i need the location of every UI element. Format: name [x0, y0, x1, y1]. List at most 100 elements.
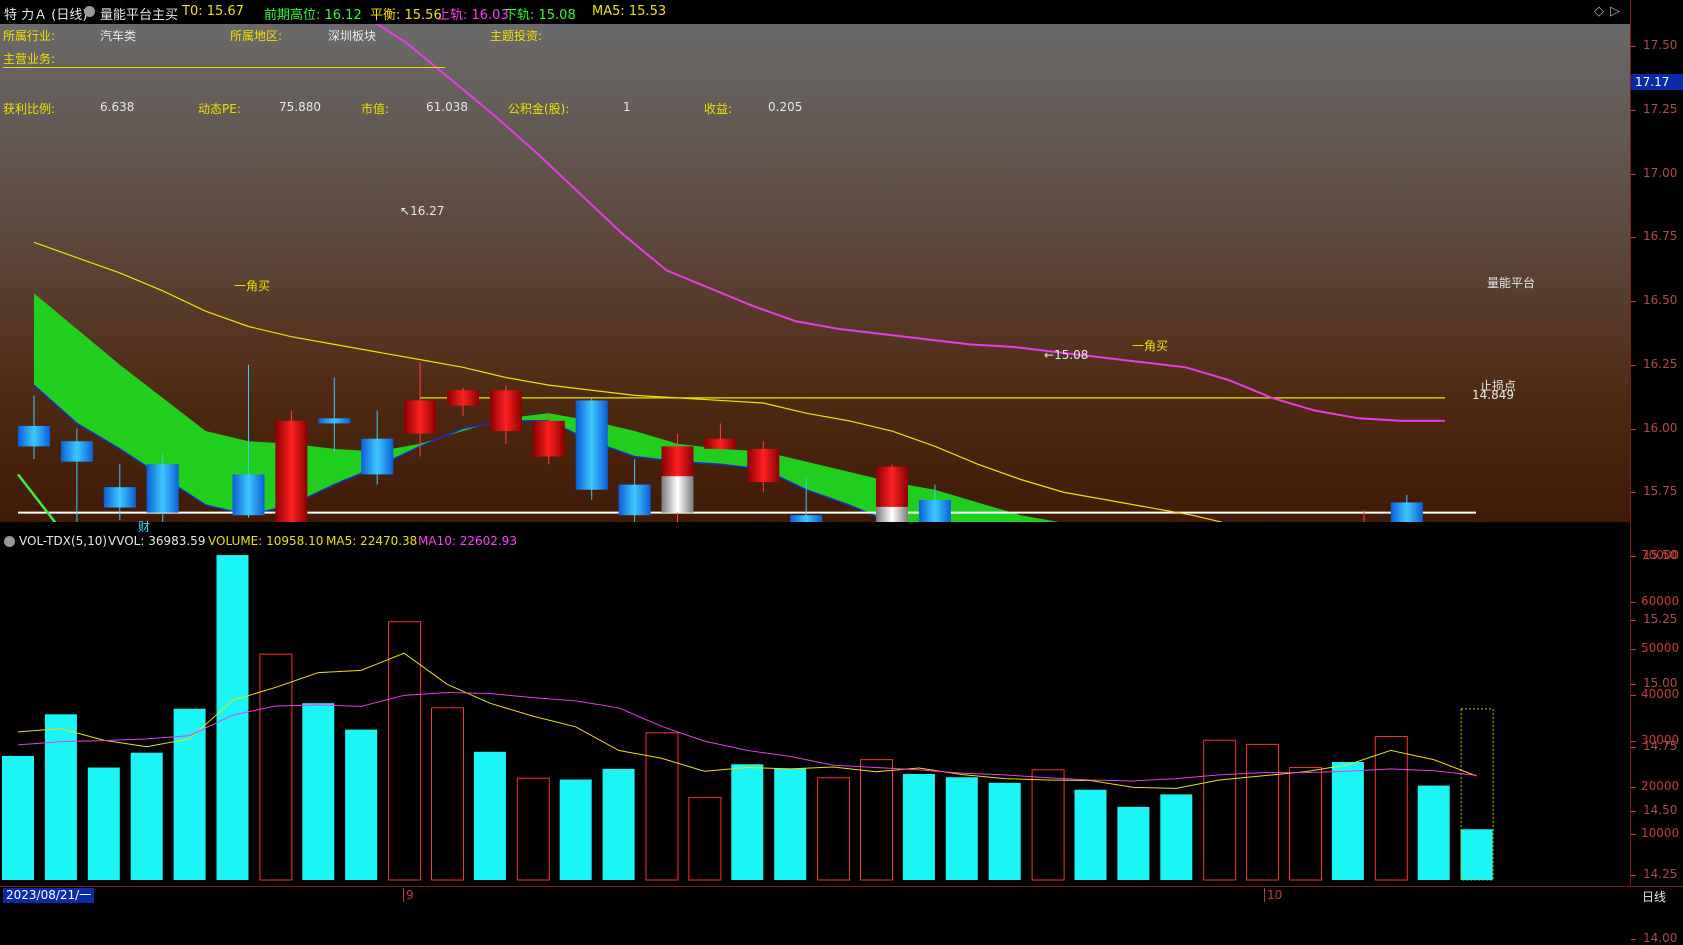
dynamic-pe-value: 75.880 [279, 100, 321, 114]
volume-chart-canvas [2, 555, 1494, 881]
buy-signal-2: 一角买 [1132, 339, 1169, 353]
volume-bar [130, 752, 163, 880]
volume-bar [259, 653, 293, 881]
volume-bar [559, 779, 592, 880]
price-tick-mark [1631, 874, 1636, 876]
price-tick: 17.25 [1643, 101, 1678, 116]
candle-body [103, 487, 136, 508]
volume-bar [1246, 743, 1280, 881]
diamond-icon[interactable]: ◇ [1594, 4, 1604, 19]
chevron-down-icon[interactable] [84, 6, 95, 17]
upper-rail-value: 上轨: 16.03 [437, 8, 509, 23]
volume-bar [602, 768, 635, 880]
industry-value: 汽车类 [100, 29, 137, 43]
volume-bar [902, 774, 935, 880]
volume-bar [473, 751, 506, 880]
volume-tick: 70000 [1641, 548, 1680, 562]
price-tick-mark [1631, 46, 1636, 47]
volume-bar [1374, 736, 1408, 881]
candle-body [1390, 502, 1423, 522]
market-value-label: 市值: [361, 102, 390, 116]
volume-bar [1160, 794, 1193, 880]
volume-bar [860, 759, 893, 881]
volume-tick-mark [1631, 741, 1636, 743]
month-9-label: 9 [403, 888, 414, 902]
candle-body [532, 420, 565, 457]
profit-ratio-value: 6.638 [100, 100, 135, 114]
volume-bar [1289, 767, 1322, 881]
indicator-title[interactable]: 量能平台主买 [100, 4, 178, 23]
volume-tick: 40000 [1641, 686, 1680, 701]
stock-title[interactable]: 特 力Ａ (日线) [4, 4, 87, 23]
volume-tick: 30000 [1641, 733, 1680, 748]
price-tick: 16.50 [1643, 293, 1678, 307]
volume-bar [302, 703, 335, 880]
volume-tick-mark [1631, 787, 1636, 789]
volume-bar [2, 755, 34, 880]
vol-ma10-value: MA10: 22602.93 [418, 534, 517, 548]
price-chart-canvas [17, 24, 1476, 522]
price-tick: 14.00 [1643, 930, 1678, 945]
period-button[interactable]: 日线 [1642, 888, 1666, 905]
dynamic-pe-label: 动态PE: [198, 102, 241, 116]
price-tick: 17.50 [1643, 38, 1678, 52]
right-axis: 17.50 17.25 17.00 16.75 16.50 16.25 16.00 15.75… [1630, 0, 1683, 945]
market-value-value: 61.038 [426, 100, 468, 114]
business-label: 主营业务: [3, 52, 56, 66]
volume-bar [1031, 769, 1065, 881]
volume-bar [431, 707, 464, 881]
volume-bar [516, 777, 550, 881]
price-tick-mark [1631, 747, 1636, 749]
candle-body [918, 499, 951, 522]
income-label: 收益: [704, 102, 733, 116]
price-tick: 14.50 [1643, 803, 1678, 817]
price-tick-mark [1631, 301, 1636, 302]
volume-bar [817, 777, 851, 881]
vvol-value: VVOL: 36983.59 [108, 534, 206, 548]
upper-rail-line [375, 24, 1445, 422]
candle-body-lower [661, 476, 694, 513]
region-value: 深圳板块 [328, 29, 377, 43]
volume-tick-mark [1631, 694, 1636, 696]
candle-body-lower [876, 506, 908, 522]
vol-ma5-value: MA5: 22470.38 [326, 534, 418, 548]
ma5-value: MA5: 15.53 [592, 4, 667, 19]
price-chart-panel[interactable]: 所属行业: 汽车类 所属地区: 深圳板块 主题投资: 主营业务: 获利比例: 6… [0, 24, 1630, 522]
profit-ratio-label: 获利比例: [3, 102, 56, 116]
business-underline [3, 67, 445, 68]
candle-body [275, 420, 308, 522]
price-tick-mark [1631, 428, 1636, 430]
price-tick: 15.25 [1643, 611, 1678, 626]
price-tick: 16.75 [1643, 229, 1678, 244]
volume-bar [44, 714, 77, 880]
high-marker: ↖16.27 [400, 204, 445, 218]
candle-body [790, 515, 823, 522]
price-tick: 16.00 [1643, 420, 1678, 435]
candle-body [489, 390, 522, 432]
price-tick-mark [1631, 109, 1636, 111]
price-tick-mark [1631, 364, 1636, 366]
volume-bar [216, 555, 249, 880]
volume-bar [1417, 785, 1450, 880]
month-10-label: 10 [1264, 888, 1282, 902]
theme-label: 主题投资: [490, 29, 543, 43]
volume-tick: 10000 [1641, 825, 1680, 840]
price-tick-mark [1631, 811, 1636, 812]
price-tick: 14.25 [1643, 866, 1678, 881]
volume-chart-panel[interactable] [0, 552, 1630, 886]
price-tick: 15.75 [1643, 484, 1678, 499]
chevron-down-icon[interactable] [4, 536, 15, 547]
date-label: 2023/08/21/一 [3, 888, 95, 903]
reserve-value: 1 [623, 100, 631, 114]
volume-tick: 20000 [1641, 779, 1680, 794]
volume-header: VOL-TDX(5,10) VVOL: 36983.59 VOLUME: 109… [0, 532, 1630, 552]
candle-body [618, 484, 651, 516]
candle-body [876, 466, 908, 507]
volume-value: VOLUME: 10958.10 [208, 534, 324, 548]
expand-icon[interactable]: ▷ [1610, 4, 1620, 19]
price-tick-mark [1631, 492, 1636, 494]
volume-tick-mark [1631, 602, 1636, 604]
price-tick: 16.25 [1643, 356, 1678, 371]
buy-signal-1: 一角买 [234, 279, 271, 293]
vol-indicator-title[interactable]: VOL-TDX(5,10) [19, 534, 107, 548]
